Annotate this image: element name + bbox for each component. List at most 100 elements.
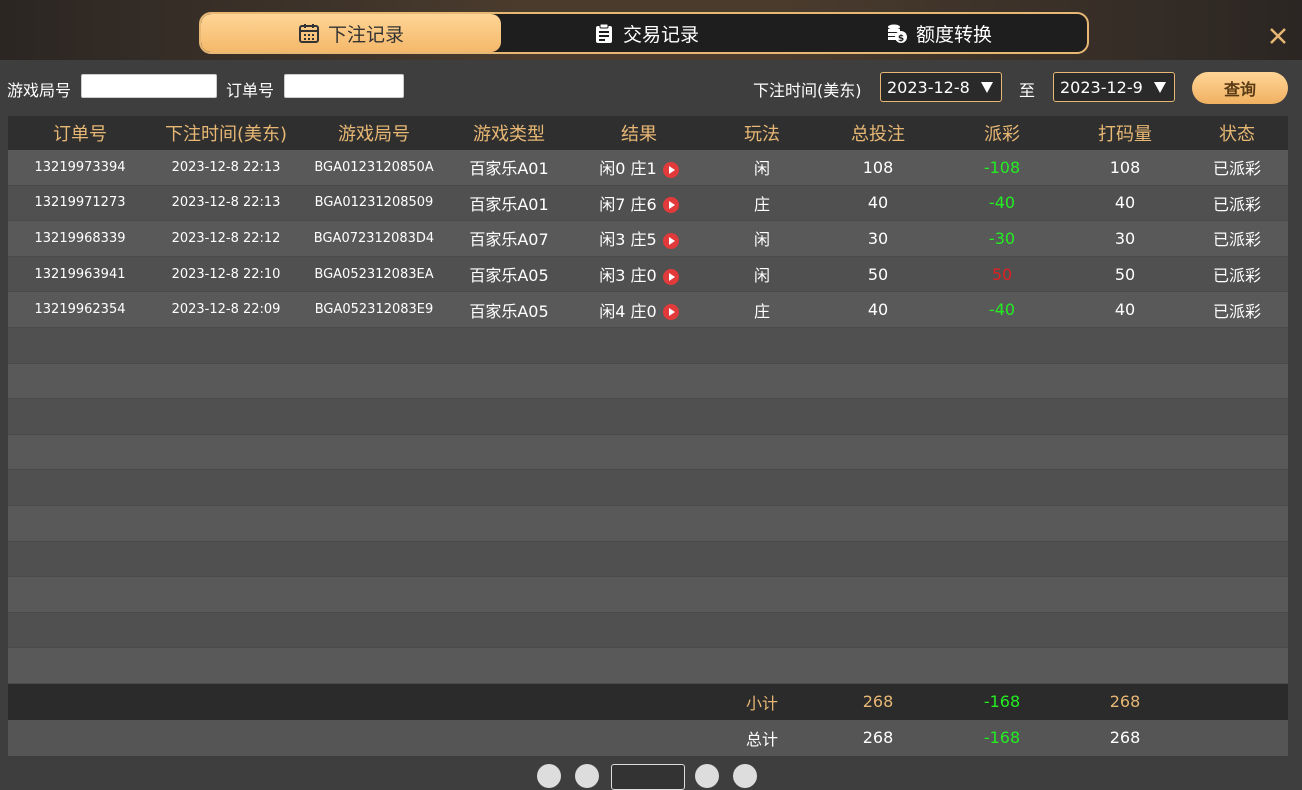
close-icon[interactable] — [1266, 24, 1290, 48]
coins-icon: $ — [887, 24, 907, 44]
page-number-input[interactable] — [611, 764, 685, 790]
subtotal-row: 小计 268 -168 268 — [8, 683, 1288, 720]
subtotal-bet: 268 — [862, 692, 894, 712]
result-text: 闲3 庄5 — [599, 230, 657, 250]
calendar-icon — [298, 24, 319, 43]
empty-row — [8, 541, 1288, 578]
next-page-button[interactable] — [695, 764, 719, 788]
order-cell: 13219973394 — [34, 159, 126, 175]
result-text: 闲3 庄0 — [599, 266, 657, 286]
date-from-select[interactable]: 2023-12-8 — [880, 72, 1002, 102]
result-text: 闲4 庄0 — [599, 301, 657, 321]
header-game: 游戏类型 — [473, 124, 545, 145]
tab-bar: 下注记录 交易记录 $ 额度转换 — [199, 12, 1089, 54]
bet-cell: 40 — [867, 193, 889, 213]
payout-cell: -108 — [983, 157, 1021, 177]
rolling-cell: 50 — [1114, 264, 1136, 284]
play-icon[interactable] — [662, 197, 679, 214]
order-cell: 13219963941 — [34, 266, 126, 282]
time-cell: 2023-12-8 22:10 — [171, 266, 281, 282]
tab-label: 额度转换 — [915, 23, 992, 46]
order-cell: 13219971273 — [34, 195, 126, 211]
chevron-down-icon — [981, 82, 993, 93]
tab-label: 下注记录 — [327, 23, 404, 46]
result-cell: 闲3 庄5 — [570, 226, 708, 250]
subtotal-rolling: 268 — [1109, 692, 1141, 712]
empty-row — [8, 505, 1288, 542]
order-label: 订单号 — [226, 81, 275, 100]
round-cell: BGA052312083E9 — [314, 302, 434, 318]
play-icon[interactable] — [662, 232, 679, 249]
order-input[interactable] — [284, 74, 404, 98]
header-payout: 派彩 — [984, 124, 1020, 145]
empty-row — [8, 577, 1288, 613]
result-text: 闲7 庄6 — [599, 194, 657, 214]
to-label: 至 — [1019, 81, 1036, 100]
game-cell: 百家乐A07 — [469, 230, 549, 250]
bet-cell: 30 — [867, 228, 889, 248]
bet-cell: 50 — [867, 264, 889, 284]
date-to-select[interactable]: 2023-12-9 — [1053, 72, 1175, 102]
result-text: 闲0 庄1 — [599, 159, 657, 179]
play-cell: 庄 — [753, 194, 770, 214]
status-cell: 已派彩 — [1212, 266, 1261, 286]
rolling-cell: 108 — [1109, 157, 1141, 177]
svg-text:$: $ — [898, 34, 904, 44]
total-row: 总计 268 -168 268 — [8, 719, 1288, 756]
play-icon[interactable] — [662, 161, 679, 178]
time-cell: 2023-12-8 22:13 — [171, 159, 281, 175]
table-header: 订单号 下注时间(美东) 游戏局号 游戏类型 结果 玩法 总投注 派彩 打码量 … — [8, 116, 1288, 150]
rolling-cell: 40 — [1114, 300, 1136, 320]
rolling-cell: 30 — [1114, 228, 1136, 248]
subtotal-payout: -168 — [983, 692, 1021, 712]
clipboard-icon — [595, 23, 612, 43]
status-cell: 已派彩 — [1212, 194, 1261, 214]
payout-cell: -30 — [988, 228, 1016, 248]
tab-bet-records[interactable]: 下注记录 — [201, 14, 501, 52]
empty-row — [8, 434, 1288, 471]
header-bet: 总投注 — [851, 124, 905, 145]
empty-row — [8, 399, 1288, 435]
pagination — [537, 764, 767, 790]
round-cell: BGA052312083EA — [314, 266, 434, 282]
play-cell: 闲 — [753, 159, 770, 179]
header-status: 状态 — [1219, 124, 1255, 145]
prev-page-button[interactable] — [575, 764, 599, 788]
empty-row — [8, 363, 1288, 400]
result-cell: 闲0 庄1 — [570, 155, 708, 179]
first-page-button[interactable] — [537, 764, 561, 788]
round-label: 游戏局号 — [7, 81, 72, 100]
payout-cell: -40 — [988, 300, 1016, 320]
empty-row — [8, 612, 1288, 649]
result-cell: 闲7 庄6 — [570, 191, 708, 215]
play-cell: 闲 — [753, 230, 770, 250]
empty-row — [8, 470, 1288, 506]
status-cell: 已派彩 — [1212, 301, 1261, 321]
table-row: 13219971273 2023-12-8 22:13 BGA012312085… — [8, 185, 1288, 222]
query-button[interactable]: 查询 — [1192, 72, 1288, 104]
tab-credit-transfer[interactable]: $ 额度转换 — [791, 14, 1087, 52]
game-cell: 百家乐A01 — [469, 159, 549, 179]
last-page-button[interactable] — [733, 764, 757, 788]
bet-cell: 40 — [867, 300, 889, 320]
bet-cell: 108 — [862, 157, 894, 177]
date-to-value: 2023-12-9 — [1060, 77, 1143, 97]
round-input[interactable] — [81, 74, 217, 98]
play-icon[interactable] — [662, 268, 679, 285]
time-cell: 2023-12-8 22:12 — [171, 230, 281, 246]
payout-cell: -40 — [988, 193, 1016, 213]
table-row: 13219962354 2023-12-8 22:09 BGA052312083… — [8, 292, 1288, 328]
header-round: 游戏局号 — [338, 124, 410, 145]
tab-transaction-records[interactable]: 交易记录 — [501, 14, 791, 52]
status-cell: 已派彩 — [1212, 230, 1261, 250]
result-cell: 闲3 庄0 — [570, 262, 708, 286]
play-icon[interactable] — [662, 304, 679, 321]
round-cell: BGA01231208509 — [314, 195, 434, 211]
total-payout: -168 — [983, 728, 1021, 748]
order-cell: 13219962354 — [34, 302, 126, 318]
table-row: 13219963941 2023-12-8 22:10 BGA052312083… — [8, 256, 1288, 293]
total-rolling: 268 — [1109, 728, 1141, 748]
tab-label: 交易记录 — [622, 23, 699, 46]
chevron-down-icon — [1154, 82, 1166, 93]
header-order: 订单号 — [53, 124, 107, 145]
